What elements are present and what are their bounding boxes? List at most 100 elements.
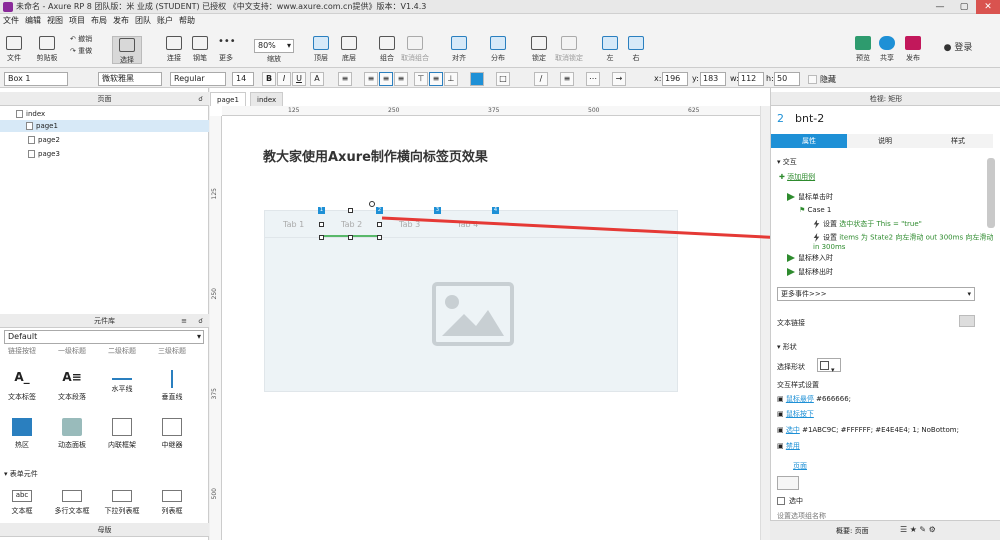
selected-style-link[interactable]: 选中 [786,426,800,434]
rotate-handle[interactable] [369,201,375,207]
widget-hotspot[interactable]: 热区 [2,418,42,450]
valign-bottom-button[interactable]: ⊥ [444,72,458,86]
widget-h3[interactable]: 三级标题 [152,346,192,356]
send-bottom-button[interactable]: 底层 [336,36,362,63]
left-button[interactable]: 左 [598,36,622,63]
widget-hline[interactable]: 水平线 [102,370,142,394]
zoom-select[interactable]: 80% ▾ [254,39,294,53]
interaction-section[interactable]: ▾ 交互 [777,157,797,167]
x-field[interactable]: 196 [662,72,688,86]
event-mouseenter[interactable]: 鼠标移入时 [787,253,833,263]
page-link[interactable]: 页面 [793,461,807,471]
align-left-button[interactable]: ≡ [364,72,378,86]
group-button[interactable]: 组合 [374,36,400,63]
canvas-heading[interactable]: 教大家使用Axure制作横向标签页效果 [263,146,488,165]
share-button[interactable]: 共享 [876,36,898,63]
right-button[interactable]: 右 [624,36,648,63]
close-button[interactable]: ✕ [976,0,1000,14]
minimize-button[interactable]: — [928,0,952,14]
canvas-tab-2[interactable]: Tab 2 [341,220,362,229]
publish-button[interactable]: 发布 [900,36,926,63]
text-link-button[interactable] [959,315,975,327]
tab-properties[interactable]: 属性 [771,134,847,148]
widget-dropdown[interactable]: 下拉列表框 [102,490,142,516]
pen-button[interactable]: 钢笔 [188,36,212,63]
italic-button[interactable]: I [277,72,291,86]
page-item-index[interactable]: index [14,108,45,120]
style-select[interactable]: Box 1 [4,72,68,86]
widget-listbox[interactable]: 列表框 [152,490,192,516]
distribute-button[interactable]: 分布 [484,36,512,63]
widget-textbox[interactable]: abc 文本框 [2,490,42,516]
font-size-select[interactable]: 14 [232,72,254,86]
menu-help[interactable]: 帮助 [176,14,198,28]
menu-edit[interactable]: 编辑 [22,14,44,28]
widget-paragraph[interactable]: A≡ 文本段落 [52,370,92,402]
search-icon[interactable]: ☌ [198,314,203,328]
mousedown-style-link[interactable]: 鼠标按下 [786,410,814,418]
resize-handle[interactable] [348,235,353,240]
widget-vline[interactable]: 垂直线 [152,370,192,402]
redo-button[interactable]: ↷ 重做 [70,46,100,56]
more-events-select[interactable]: 更多事件>>> ▾ [777,287,975,301]
action-set-panel-state[interactable]: 设置 items 为 State2 向左滑动 out 300ms 向左滑动 in… [813,233,997,252]
widget-repeater[interactable]: 中继器 [152,418,192,450]
align-right-button[interactable]: ≡ [394,72,408,86]
menu-publish[interactable]: 发布 [110,14,132,28]
page-item-page2[interactable]: page2 [26,134,60,146]
maximize-button[interactable]: ▢ [952,0,976,14]
widget-textarea[interactable]: 多行文本框 [52,490,92,516]
tab-style[interactable]: 样式 [923,134,993,148]
menu-file[interactable]: 文件 [0,14,22,28]
file-button[interactable]: 文件 [4,36,24,63]
menu-icon[interactable]: ≡ [181,314,187,328]
add-case-link[interactable]: ✚ 添加用例 [779,172,815,182]
font-weight-select[interactable]: Regular [170,72,226,86]
valign-top-button[interactable]: ⊤ [414,72,428,86]
widget-dynamic-panel[interactable]: 动态面板 [52,418,92,450]
lock-button[interactable]: 锁定 [526,36,552,63]
bring-top-button[interactable]: 顶层 [308,36,334,63]
event-onclick[interactable]: 鼠标单击时 [787,192,833,202]
canvas-scrollbar[interactable] [760,106,770,540]
selected-checkbox-row[interactable]: 选中 [777,496,803,506]
h-field[interactable]: 50 [774,72,800,86]
shadow-button[interactable]: □ [496,72,510,86]
resize-handle[interactable] [348,208,353,213]
unlock-button[interactable]: 取消锁定 [554,36,584,63]
menu-view[interactable]: 视图 [44,14,66,28]
line-style-button[interactable]: ⋯ [586,72,600,86]
align-button[interactable]: 对齐 [446,36,472,63]
login-button[interactable]: ● 登录 [936,40,980,53]
widget-link-button[interactable]: 链接按钮 [2,346,42,356]
underline-button[interactable]: U [292,72,306,86]
w-field[interactable]: 112 [738,72,764,86]
page-item-page3[interactable]: page3 [26,148,60,160]
font-color-button[interactable]: A [310,72,324,86]
font-family-select[interactable]: 微软雅黑 [98,72,162,86]
shape-picker[interactable]: ▾ [817,358,841,374]
y-field[interactable]: 183 [700,72,726,86]
event-mouseleave[interactable]: 鼠标移出时 [787,267,833,277]
tab-page1[interactable]: page1 [210,92,246,106]
page-item-page1[interactable]: page1 [0,120,209,132]
menu-team[interactable]: 团队 [132,14,154,28]
connect-button[interactable]: 连接 [162,36,186,63]
resize-handle[interactable] [319,222,324,227]
menu-arrange[interactable]: 布局 [88,14,110,28]
checkbox[interactable] [777,497,785,505]
menu-project[interactable]: 项目 [66,14,88,28]
hover-style-link[interactable]: 鼠标悬停 [786,395,814,403]
list-button[interactable]: ≡ [338,72,352,86]
line-width-button[interactable]: ≡ [560,72,574,86]
form-section-header[interactable]: ▾ 表单元件 [4,469,38,479]
align-center-button[interactable]: ≡ [379,72,393,86]
outline-label[interactable]: 概要: 页面 [836,526,869,536]
menu-account[interactable]: 账户 [154,14,176,28]
preview-button[interactable]: 预览 [852,36,874,63]
more-button[interactable]: ••• 更多 [214,36,238,63]
widget-h1[interactable]: 一级标题 [52,346,92,356]
fill-color-button[interactable] [470,72,484,86]
tab-notes[interactable]: 说明 [847,134,923,148]
interaction-marker-1[interactable]: 1 [318,207,325,214]
